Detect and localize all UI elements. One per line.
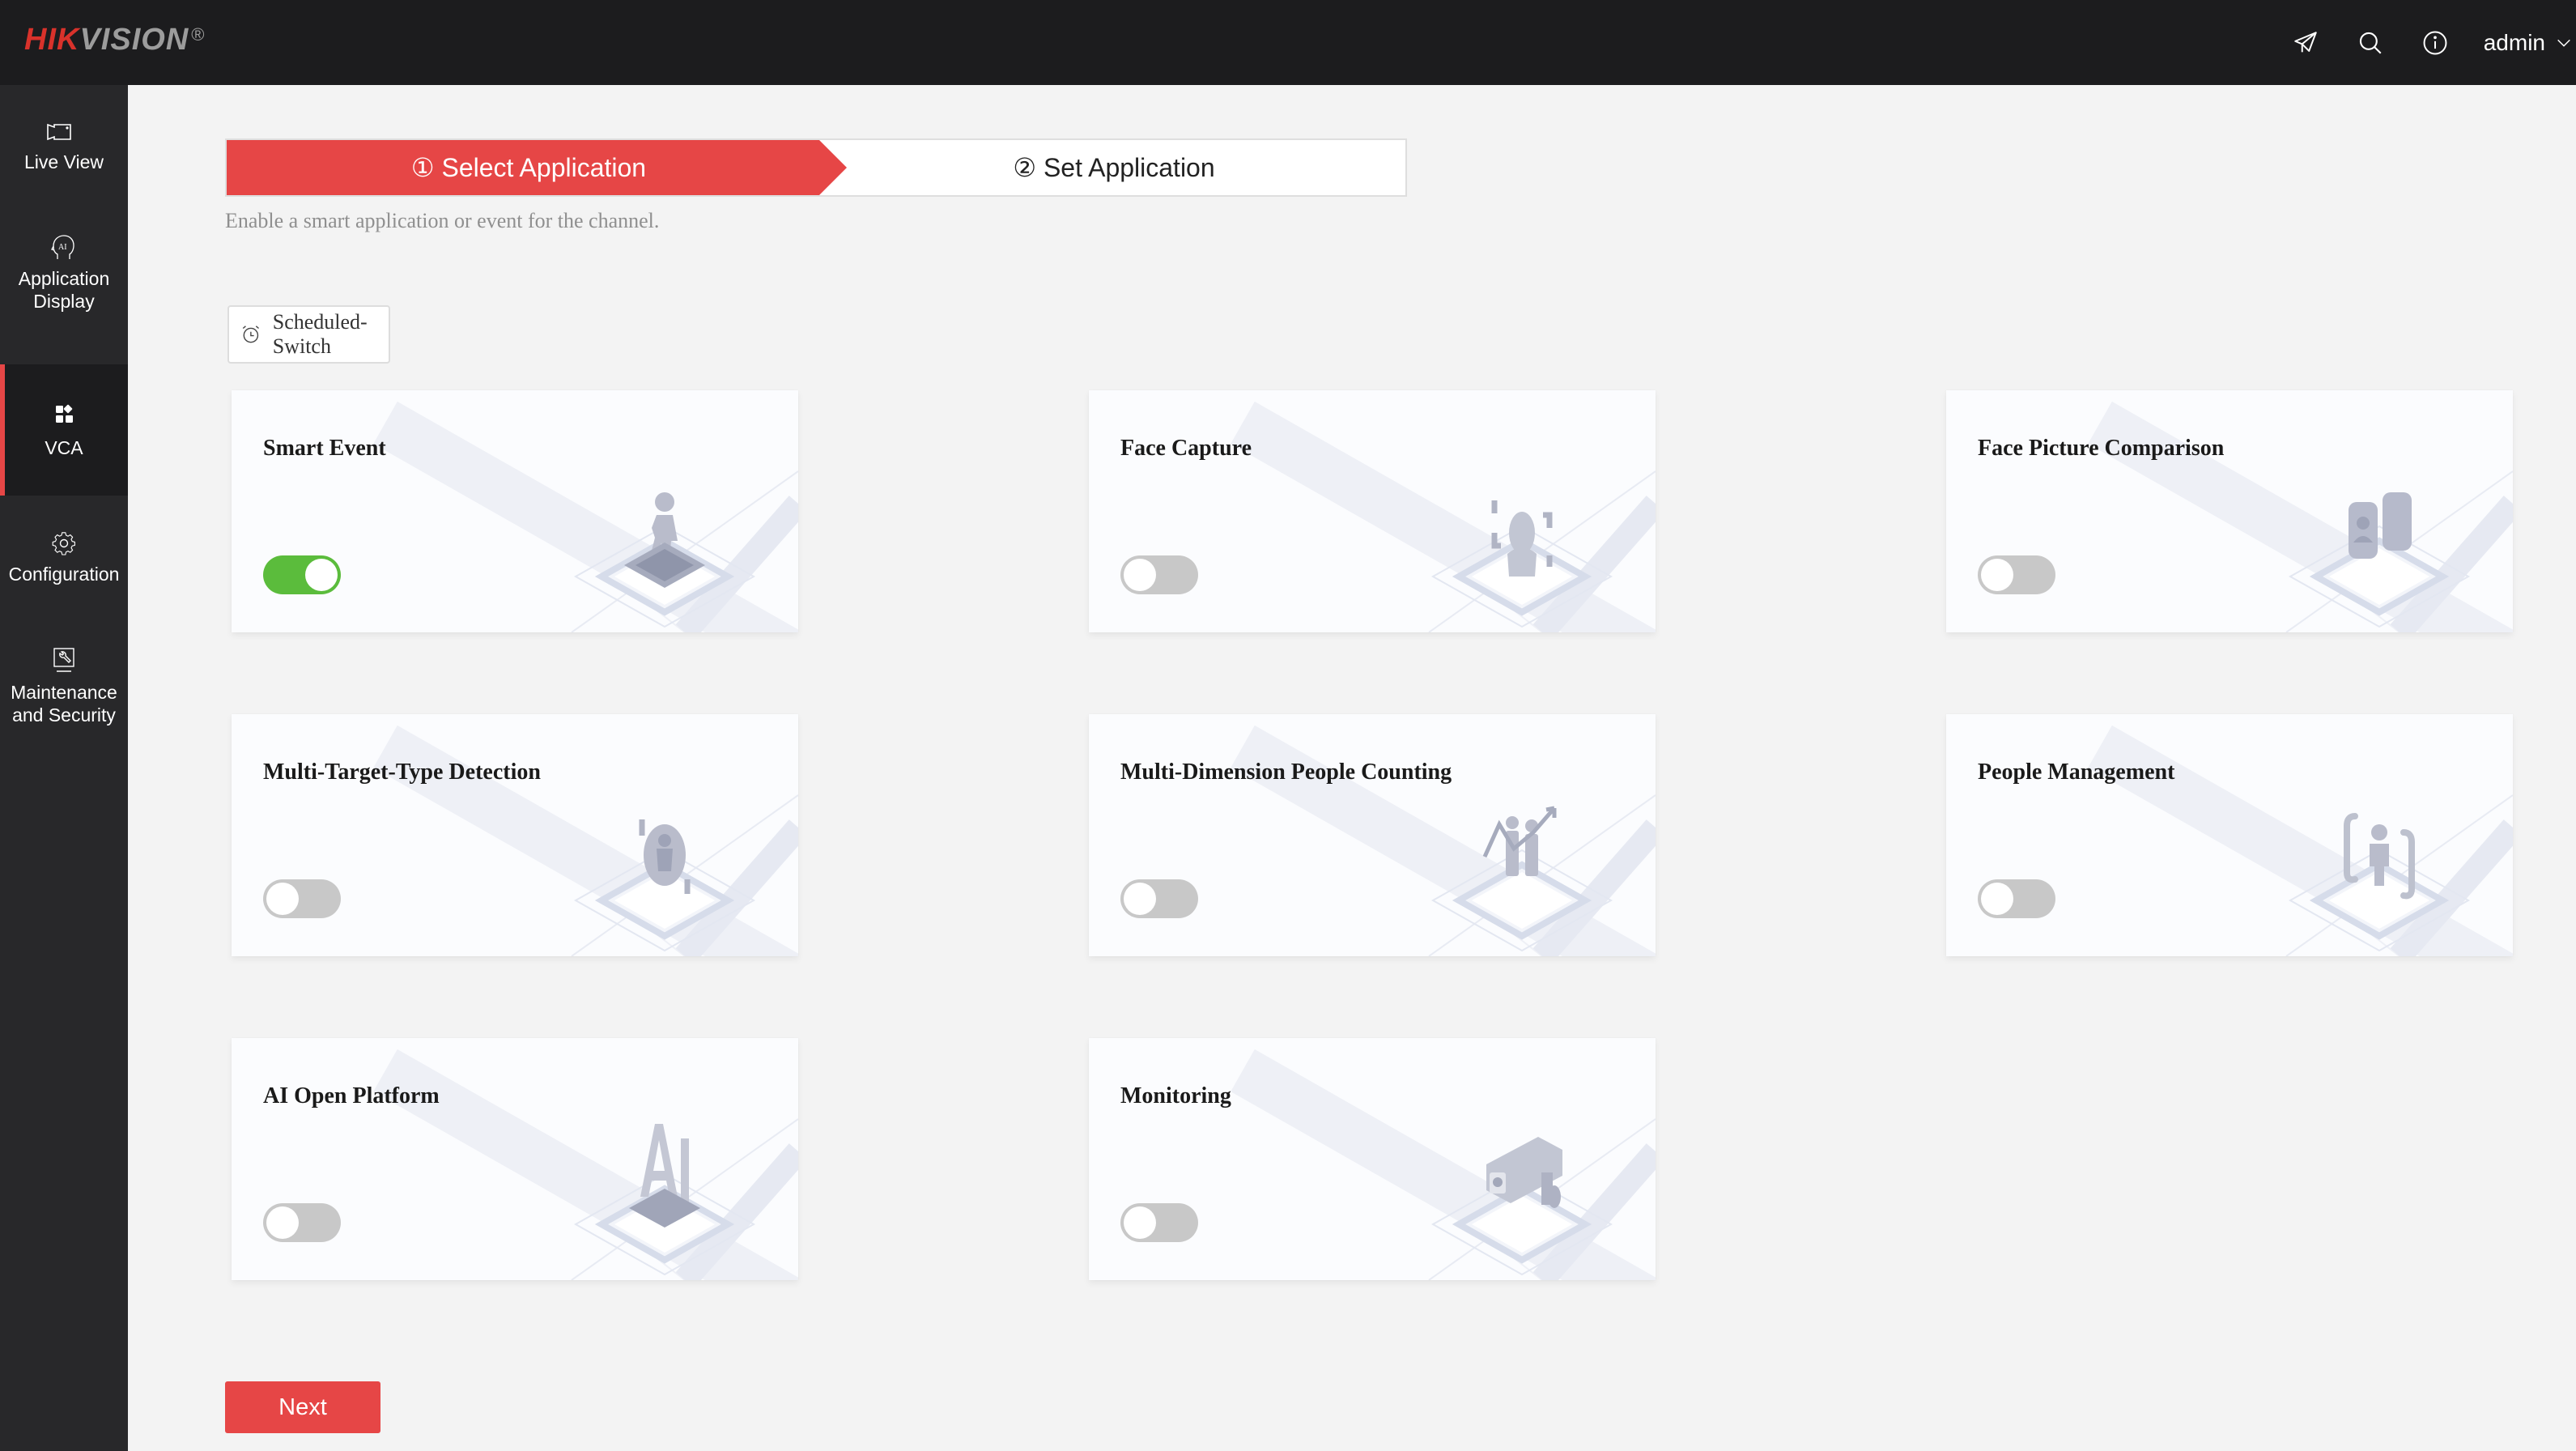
camera-icon — [43, 115, 85, 147]
application-card: Smart Event — [232, 390, 798, 632]
info-icon[interactable] — [2419, 27, 2451, 59]
header-actions: admin — [2289, 0, 2576, 85]
search-icon[interactable] — [2354, 27, 2387, 59]
alarm-clock-icon — [242, 326, 259, 343]
application-title: Multi-Target-Type Detection — [263, 760, 541, 785]
walking-person-illustration — [573, 492, 756, 628]
multi-target-illustration — [573, 819, 756, 952]
main-content: ① Select Application ② Set Application E… — [128, 85, 2576, 1451]
application-title: AI Open Platform — [263, 1083, 440, 1108]
step-label: ① Select Application — [410, 153, 647, 182]
application-toggle[interactable] — [1978, 555, 2055, 594]
toggle-knob — [266, 1206, 299, 1239]
people-management-illustration — [2288, 813, 2471, 952]
application-card: Multi-Dimension People Counting — [1089, 714, 1656, 956]
application-card: AI Open Platform — [232, 1038, 798, 1280]
chevron-down-icon — [2557, 39, 2570, 47]
sidebar-item-maintenance-security[interactable]: Maintenance and Security — [0, 617, 128, 755]
sidebar-item-application-display[interactable]: AI Application Display — [0, 202, 128, 342]
send-icon[interactable] — [2289, 27, 2322, 59]
toggle-knob — [266, 883, 299, 915]
application-card: Face Picture Comparison — [1946, 390, 2513, 632]
wizard-subtitle: Enable a smart application or event for … — [225, 209, 660, 232]
step-select-application[interactable]: ① Select Application — [227, 140, 847, 195]
gear-icon — [43, 527, 85, 560]
toggle-knob — [1981, 559, 2013, 591]
application-card: Monitoring — [1089, 1038, 1656, 1280]
logo-hik: HIK — [24, 23, 80, 57]
logo-registered-mark: ® — [191, 24, 206, 45]
application-card: Multi-Target-Type Detection — [232, 714, 798, 956]
application-title: Face Capture — [1120, 436, 1252, 461]
camera-illustration — [1430, 1137, 1613, 1276]
sidebar: Live View AI Application Display VCA Con… — [0, 85, 128, 1451]
sidebar-item-live-view[interactable]: Live View — [0, 85, 128, 202]
wizard-steps: ① Select Application ② Set Application — [225, 138, 1407, 197]
sidebar-item-label: Maintenance and Security — [11, 682, 117, 726]
svg-text:AI: AI — [58, 243, 67, 252]
toggle-knob — [1981, 883, 2013, 915]
sidebar-item-label: VCA — [45, 437, 83, 458]
toggle-knob — [1124, 883, 1156, 915]
maintenance-icon — [43, 645, 85, 678]
step-set-application[interactable]: ② Set Application — [847, 140, 1405, 195]
sidebar-item-label: Live View — [23, 151, 104, 172]
sidebar-item-label: Application Display — [18, 268, 110, 312]
people-counting-illustration — [1430, 806, 1613, 952]
face-frame-illustration — [1430, 500, 1613, 628]
next-button[interactable]: Next — [225, 1381, 380, 1433]
application-title: Smart Event — [263, 436, 386, 461]
application-title: Monitoring — [1120, 1083, 1231, 1108]
application-toggle[interactable] — [263, 1203, 341, 1242]
application-card: Face Capture — [1089, 390, 1656, 632]
top-bar: HIKVISION ® admin — [0, 0, 2576, 85]
ai-head-icon: AI — [43, 232, 85, 264]
user-menu[interactable]: admin — [2484, 30, 2576, 56]
sidebar-item-vca[interactable]: VCA — [0, 364, 128, 496]
username: admin — [2483, 29, 2545, 55]
sidebar-item-configuration[interactable]: Configuration — [0, 496, 128, 617]
vca-grid-icon — [43, 401, 85, 433]
sidebar-item-label: Configuration — [8, 564, 120, 585]
application-title: Multi-Dimension People Counting — [1120, 760, 1452, 785]
scheduled-switch-label: Scheduled-Switch — [272, 310, 368, 358]
application-title: People Management — [1978, 760, 2175, 785]
application-toggle[interactable] — [263, 555, 341, 594]
face-compare-illustration — [2288, 492, 2471, 628]
application-toggle[interactable] — [1120, 879, 1198, 918]
application-card: People Management — [1946, 714, 2513, 956]
hikvision-logo: HIKVISION ® — [24, 23, 205, 57]
logo-vision: VISION — [79, 23, 189, 57]
application-title: Face Picture Comparison — [1978, 436, 2225, 461]
toggle-knob — [305, 559, 338, 591]
toggle-knob — [1124, 559, 1156, 591]
toggle-knob — [1124, 1206, 1156, 1239]
ai-letters-illustration — [573, 1124, 756, 1276]
scheduled-switch-button[interactable]: Scheduled-Switch — [227, 305, 390, 364]
step-label: ② Set Application — [1013, 153, 1215, 182]
application-toggle[interactable] — [1120, 1203, 1198, 1242]
application-toggle[interactable] — [1978, 879, 2055, 918]
application-toggle[interactable] — [263, 879, 341, 918]
application-toggle[interactable] — [1120, 555, 1198, 594]
